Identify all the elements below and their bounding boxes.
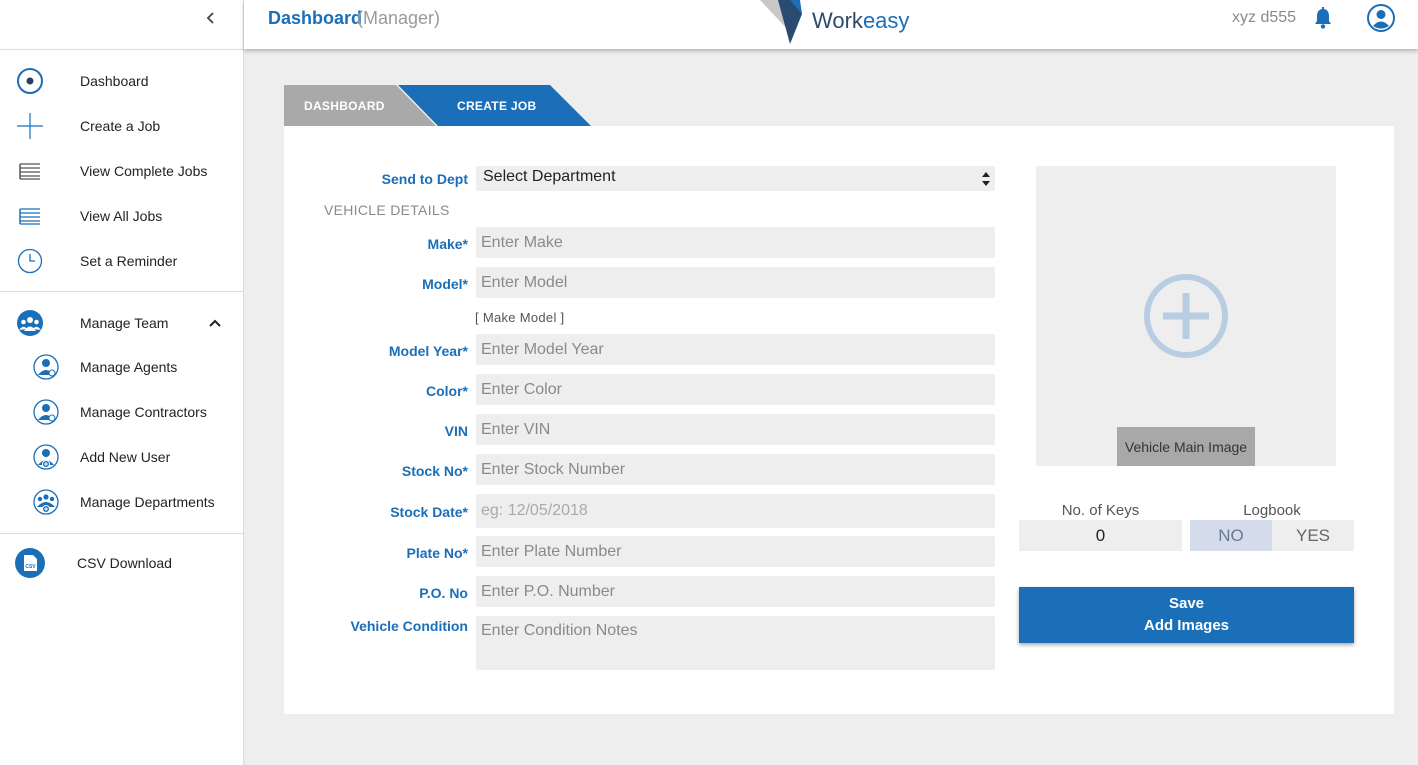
departments-icon <box>30 486 62 518</box>
sidebar-item-label: Dashboard <box>80 73 149 89</box>
stock-number-input[interactable] <box>476 454 995 485</box>
make-input[interactable] <box>476 227 995 258</box>
user-avatar-icon[interactable] <box>1366 3 1396 33</box>
condition-notes-textarea[interactable] <box>476 616 995 670</box>
chevron-up-icon[interactable] <box>205 313 225 333</box>
make-model-link[interactable]: [ Make Model ] <box>475 310 564 325</box>
model-year-input[interactable] <box>476 334 995 365</box>
sidebar-item-label: Manage Contractors <box>80 404 207 420</box>
clock-icon <box>14 245 46 277</box>
logo-text-work: Work <box>812 8 863 33</box>
sidebar-item-csv-download[interactable]: CSV CSV Download <box>0 543 243 583</box>
breadcrumb-create-job[interactable]: CREATE JOB <box>457 99 536 113</box>
sidebar-item-manage-contractors[interactable]: Manage Contractors <box>0 392 243 432</box>
user-name: xyz d555 <box>1232 9 1297 26</box>
color-input[interactable] <box>476 374 995 405</box>
vin-input[interactable] <box>476 414 995 445</box>
send-to-dept-label: Send to Dept <box>381 171 468 187</box>
sidebar-divider <box>0 291 243 292</box>
logbook-no-toggle[interactable]: NO <box>1190 520 1272 551</box>
sidebar-item-label: Manage Team <box>80 315 169 331</box>
create-job-card: Send to Dept Select Department VEHICLE D… <box>284 126 1394 714</box>
model-label: Model* <box>422 276 468 292</box>
sidebar-item-label: Manage Agents <box>80 359 178 375</box>
stock-date-input[interactable] <box>476 494 995 528</box>
po-number-input[interactable] <box>476 576 995 607</box>
team-icon <box>14 307 46 339</box>
sidebar-item-label: CSV Download <box>77 555 172 571</box>
agent-icon <box>30 351 62 383</box>
save-button-line1: Save <box>1168 595 1205 612</box>
sidebar-item-manage-team[interactable]: Manage Team <box>0 303 243 343</box>
logo-text: Workeasy <box>812 8 909 34</box>
sidebar-item-manage-departments[interactable]: Manage Departments <box>0 482 243 522</box>
csv-file-icon: CSV <box>14 547 46 579</box>
sidebar-item-view-complete-jobs[interactable]: View Complete Jobs <box>0 151 243 191</box>
vehicle-details-heading: VEHICLE DETAILS <box>324 202 450 218</box>
po-no-label: P.O. No <box>419 585 468 601</box>
page-title: Dashboard <box>268 8 363 28</box>
color-label: Color* <box>426 383 468 399</box>
page-role: (Manager) <box>357 8 441 28</box>
add-image-plus-icon <box>1144 274 1228 358</box>
sidebar-item-label: Add New User <box>80 449 171 465</box>
chevron-left-icon <box>206 12 214 24</box>
top-header: Dashboard (Manager) Workeasy xyz d555 <box>244 0 1418 49</box>
sidebar-item-label: View All Jobs <box>80 208 163 224</box>
sidebar-item-label: Set a Reminder <box>80 253 178 269</box>
keys-input[interactable]: 0 <box>1019 520 1182 551</box>
sidebar: Dashboard Create a Job View Complete Job… <box>0 0 244 765</box>
department-select[interactable]: Select Department <box>476 166 995 191</box>
sidebar-item-set-reminder[interactable]: Set a Reminder <box>0 241 243 281</box>
target-icon <box>14 65 46 97</box>
sidebar-item-add-new-user[interactable]: Add New User <box>0 437 243 477</box>
sidebar-item-create-job[interactable]: Create a Job <box>0 106 243 146</box>
plate-number-input[interactable] <box>476 536 995 567</box>
keys-label: No. of Keys <box>1061 502 1140 519</box>
plus-icon <box>14 110 46 142</box>
select-arrows-icon <box>982 172 990 186</box>
sidebar-item-manage-agents[interactable]: Manage Agents <box>0 347 243 387</box>
notification-bell-icon[interactable] <box>1312 6 1334 30</box>
sidebar-divider <box>0 49 243 50</box>
department-select-value: Select Department <box>483 168 616 185</box>
contractor-icon <box>30 396 62 428</box>
sidebar-item-label: Create a Job <box>80 118 161 134</box>
list-icon <box>14 155 46 187</box>
save-add-images-button[interactable]: Save Add Images <box>1019 587 1354 643</box>
logo-text-easy: easy <box>862 8 910 33</box>
breadcrumb: DASHBOARD CREATE JOB <box>284 85 604 126</box>
model-input[interactable] <box>476 267 995 298</box>
sidebar-item-label: Manage Departments <box>80 494 215 510</box>
sidebar-item-view-all-jobs[interactable]: View All Jobs <box>0 196 243 236</box>
vin-label: VIN <box>444 423 468 439</box>
logbook-yes-toggle[interactable]: YES <box>1272 520 1354 551</box>
csv-icon-text: CSV <box>25 564 36 570</box>
collapse-sidebar-button[interactable] <box>200 6 222 30</box>
sidebar-divider <box>0 533 243 534</box>
list-blue-icon <box>14 200 46 232</box>
logbook-label: Logbook <box>1243 502 1301 519</box>
vehicle-image-upload[interactable]: Vehicle Main Image <box>1036 166 1336 466</box>
breadcrumb-dashboard[interactable]: DASHBOARD <box>304 99 385 113</box>
plate-no-label: Plate No* <box>406 545 468 561</box>
make-label: Make* <box>427 236 468 252</box>
vehicle-main-image-caption: Vehicle Main Image <box>1117 427 1255 466</box>
stock-date-label: Stock Date* <box>390 504 468 520</box>
stock-no-label: Stock No* <box>401 463 468 479</box>
sidebar-item-dashboard[interactable]: Dashboard <box>0 61 243 101</box>
add-user-icon <box>30 441 62 473</box>
sidebar-item-label: View Complete Jobs <box>80 163 208 179</box>
vehicle-condition-label: Vehicle Condition <box>350 618 468 634</box>
save-button-line2: Add Images <box>1143 617 1230 634</box>
model-year-label: Model Year* <box>388 343 468 359</box>
